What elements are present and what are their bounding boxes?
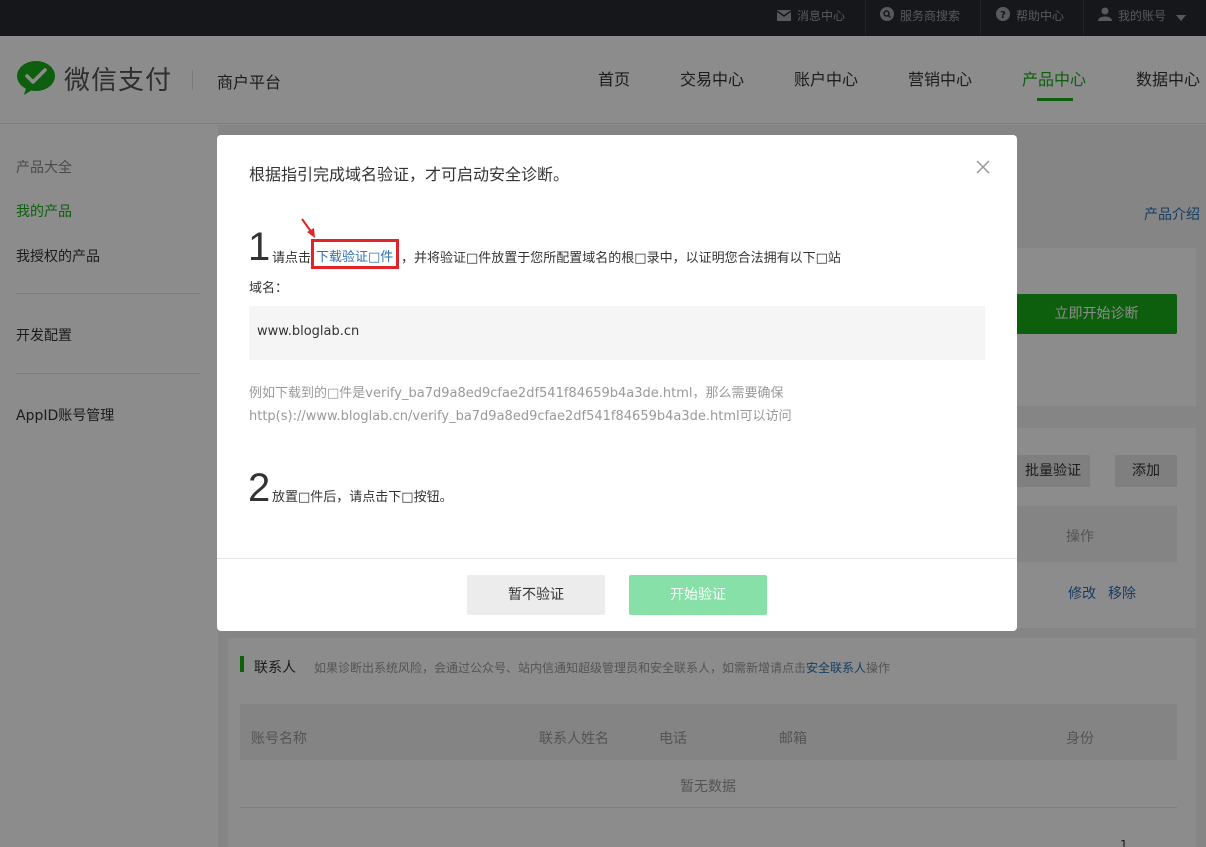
close-icon[interactable] bbox=[975, 159, 991, 175]
domain-verify-dialog: 根据指引完成域名验证，才可启动安全诊断。 1 请点击 下载验证□件 ，并将验证□… bbox=[217, 135, 1017, 631]
domain-label: 域名： bbox=[249, 281, 289, 296]
domain-value: www.bloglab.cn bbox=[249, 306, 985, 360]
red-arrow-icon bbox=[299, 217, 317, 243]
step-2-number: 2 bbox=[248, 466, 271, 510]
download-file-link-highlight[interactable]: 下载验证□件 bbox=[311, 239, 399, 269]
step-1-prefix: 请点击 bbox=[272, 251, 312, 266]
step-2-text: 放置□件后，请点击下□按钮。 bbox=[272, 490, 453, 505]
dialog-title: 根据指引完成域名验证，才可启动安全诊断。 bbox=[249, 165, 570, 184]
hint-line-1: 例如下载到的□件是verify_ba7d9a8ed9cfae2df541f846… bbox=[249, 386, 784, 401]
start-verify-button[interactable]: 开始验证 bbox=[629, 575, 767, 615]
step-1-text: ，并将验证□件放置于您所配置域名的根□录中，以证明您合法拥有以下□站 bbox=[401, 251, 841, 266]
skip-verify-button[interactable]: 暂不验证 bbox=[467, 575, 605, 615]
download-file-link[interactable]: 下载验证□件 bbox=[316, 246, 393, 265]
dialog-footer-divider bbox=[217, 558, 1017, 559]
step-1-number: 1 bbox=[248, 225, 271, 269]
hint-line-2: http(s)://www.bloglab.cn/verify_ba7d9a8e… bbox=[249, 409, 792, 424]
